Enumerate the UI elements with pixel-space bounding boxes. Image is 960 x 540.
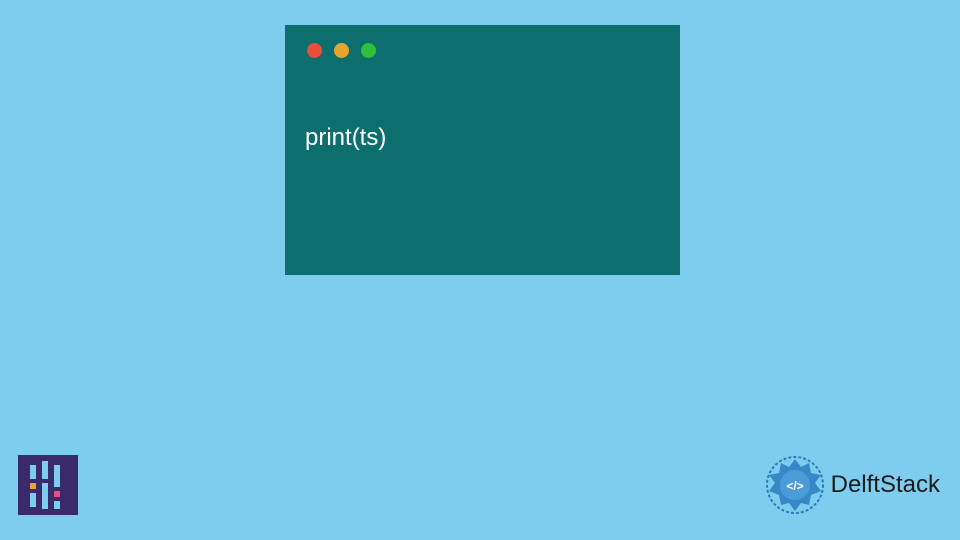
svg-text:</>: </> xyxy=(786,479,803,493)
code-text: print(ts) xyxy=(305,124,386,151)
brand-logo: </> DelftStack xyxy=(765,455,940,515)
window-controls xyxy=(285,25,680,76)
code-window: print(ts) xyxy=(285,25,680,275)
maximize-icon[interactable] xyxy=(361,43,376,58)
brand-emblem-icon: </> xyxy=(765,455,825,515)
brand-name: DelftStack xyxy=(831,471,940,499)
left-logo-icon xyxy=(18,455,78,515)
minimize-icon[interactable] xyxy=(334,43,349,58)
close-icon[interactable] xyxy=(307,43,322,58)
code-content: print(ts) xyxy=(285,76,680,172)
